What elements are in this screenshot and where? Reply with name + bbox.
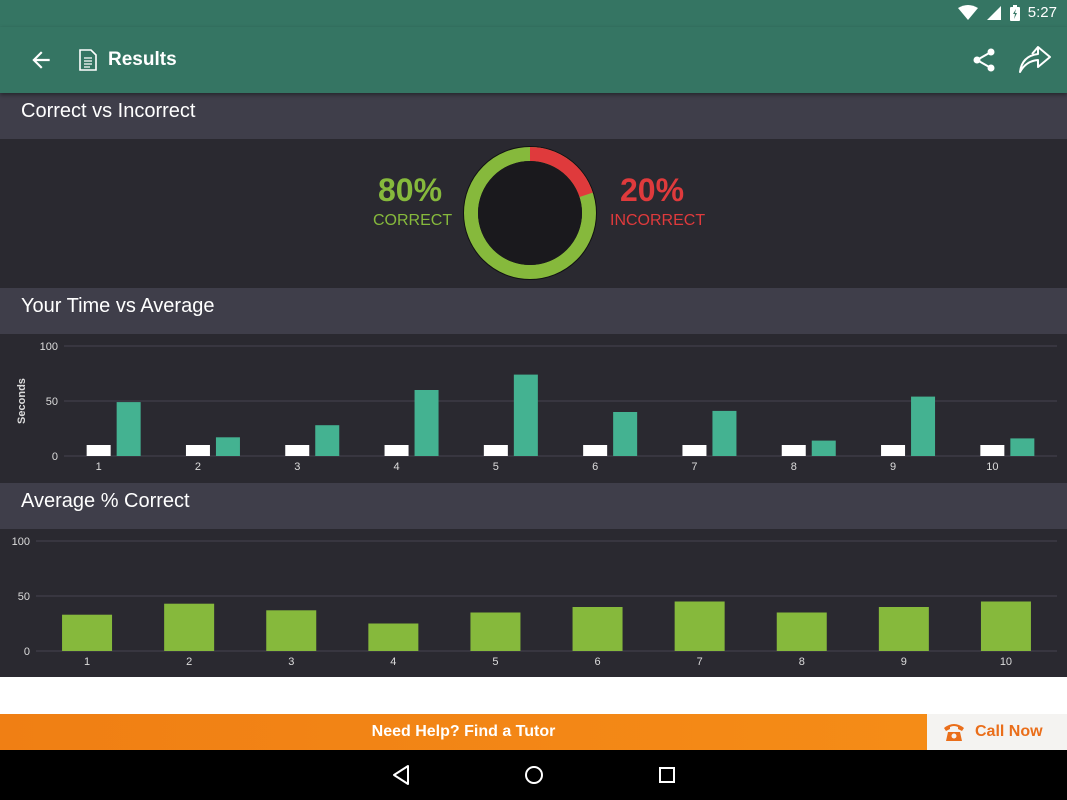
document-icon	[79, 49, 97, 71]
bar	[414, 390, 439, 456]
incorrect-label: INCORRECT	[610, 212, 706, 229]
bar	[384, 445, 409, 456]
incorrect-percent: 20%	[620, 172, 685, 208]
section-title: Your Time vs Average	[21, 295, 215, 317]
donut-center	[478, 161, 582, 265]
x-tick-label: 3	[294, 461, 300, 473]
x-tick-label: 6	[594, 656, 600, 668]
status-bar: 5:27	[0, 0, 1067, 27]
back-arrow-icon[interactable]	[28, 47, 54, 73]
app-bar: Results	[0, 27, 1067, 93]
y-axis-label: Seconds	[16, 378, 28, 424]
x-tick-label: 7	[697, 656, 703, 668]
x-tick-label: 2	[186, 656, 192, 668]
bar	[513, 374, 538, 456]
call-now-label: Call Now	[975, 723, 1043, 740]
bar	[613, 412, 638, 456]
bar	[878, 607, 929, 651]
content-spacer	[0, 677, 1067, 714]
time-chart-svg: 0 50 100 Seconds 1 2 3 4 5 6 7 8 9 10	[16, 341, 1057, 473]
x-tick-label: 3	[288, 656, 294, 668]
bar	[811, 440, 836, 456]
x-tick-label: 1	[96, 461, 102, 473]
bar	[86, 445, 111, 456]
y-tick-label: 0	[52, 451, 58, 463]
bar	[266, 610, 317, 651]
back-triangle-icon[interactable]	[388, 762, 414, 788]
x-tick-label: 4	[390, 656, 396, 668]
wifi-icon	[957, 4, 978, 20]
system-nav-bar	[0, 750, 1067, 800]
signal-icon	[986, 5, 1001, 20]
x-tick-label: 1	[84, 656, 90, 668]
bar	[712, 410, 737, 456]
correct-label: CORRECT	[373, 212, 453, 229]
y-tick-label: 50	[46, 396, 58, 408]
bar	[674, 601, 725, 651]
bar	[583, 445, 608, 456]
section-title: Average % Correct	[21, 490, 190, 512]
bar	[116, 402, 141, 456]
bar	[470, 612, 521, 651]
y-tick-label: 100	[12, 536, 30, 548]
average-correct-chart: 0 50 100 1 2 3 4 5 6 7 8 9 10	[0, 529, 1067, 677]
section-title: Correct vs Incorrect	[21, 100, 196, 122]
time-chart: 0 50 100 Seconds 1 2 3 4 5 6 7 8 9 10	[0, 334, 1067, 482]
bar	[1010, 438, 1035, 456]
bar	[368, 623, 419, 651]
page-title: Results	[108, 49, 177, 70]
y-tick-label: 50	[18, 591, 30, 603]
score-panel: 80% CORRECT 20% INCORRECT	[0, 139, 1067, 287]
share-icon[interactable]	[970, 46, 998, 74]
correct-percent: 80%	[378, 172, 443, 208]
bar	[185, 445, 210, 456]
battery-charging-icon	[1009, 4, 1020, 21]
bar	[315, 425, 340, 456]
home-circle-icon[interactable]	[521, 762, 547, 788]
forward-icon[interactable]	[1018, 44, 1052, 74]
x-tick-label: 5	[493, 461, 499, 473]
recents-square-icon[interactable]	[654, 762, 680, 788]
section-header-average-correct: Average % Correct	[0, 483, 1067, 529]
average-correct-chart-svg: 0 50 100 1 2 3 4 5 6 7 8 9 10	[12, 536, 1057, 668]
bar	[483, 445, 508, 456]
x-tick-label: 6	[592, 461, 598, 473]
bar	[285, 445, 310, 456]
bar	[215, 437, 240, 456]
x-tick-label: 9	[890, 461, 896, 473]
x-tick-label: 10	[986, 461, 998, 473]
x-tick-label: 5	[492, 656, 498, 668]
call-now-button[interactable]: Call Now	[927, 714, 1067, 750]
bar	[881, 445, 906, 456]
x-tick-label: 4	[393, 461, 399, 473]
bar	[682, 445, 707, 456]
x-tick-label: 2	[195, 461, 201, 473]
x-tick-label: 8	[799, 656, 805, 668]
bar	[980, 445, 1005, 456]
find-tutor-button[interactable]: Need Help? Find a Tutor	[0, 714, 927, 750]
bar	[781, 445, 806, 456]
bar	[62, 614, 113, 651]
bar	[776, 612, 827, 651]
bar	[911, 396, 936, 456]
y-tick-label: 100	[40, 341, 58, 353]
section-header-correct-vs-incorrect: Correct vs Incorrect	[0, 93, 1067, 139]
y-tick-label: 0	[24, 646, 30, 658]
phone-icon	[944, 724, 964, 741]
x-tick-label: 7	[691, 461, 697, 473]
bar	[980, 601, 1031, 651]
score-donut	[461, 144, 599, 282]
x-tick-label: 10	[1000, 656, 1012, 668]
x-tick-label: 9	[901, 656, 907, 668]
section-header-time-vs-average: Your Time vs Average	[0, 288, 1067, 334]
bar	[572, 607, 623, 651]
x-tick-label: 8	[791, 461, 797, 473]
bar	[164, 603, 215, 651]
clock: 5:27	[1027, 4, 1057, 21]
